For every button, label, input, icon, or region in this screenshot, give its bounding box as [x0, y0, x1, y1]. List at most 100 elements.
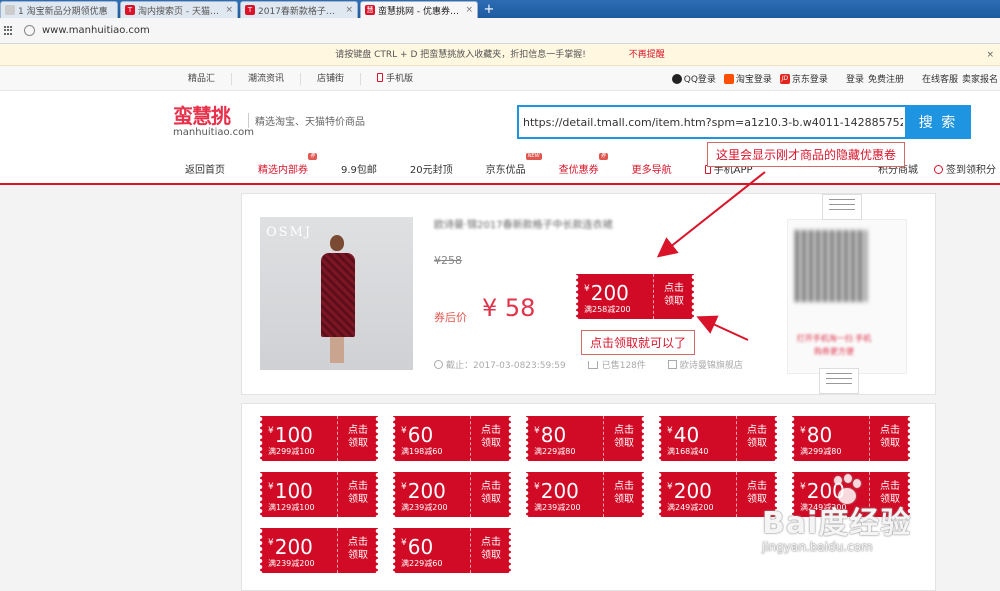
nav-label: 精选内部券: [258, 165, 308, 176]
shop-name[interactable]: 欧诗曼锦旗舰店: [680, 358, 743, 371]
login-link[interactable]: 登录: [846, 72, 864, 85]
coupon-amount: 60: [407, 423, 434, 447]
tab-label: 1 淘宝新品分期领优惠: [18, 6, 108, 17]
product-meta: 截止：2017-03-0823:59:59 已售128件 欧诗曼锦旗舰店: [434, 358, 743, 371]
sold-count: 已售128件: [601, 361, 646, 371]
coupon-condition: 满229减80: [534, 447, 576, 456]
coupon-action-2: 领取: [614, 494, 634, 505]
coupon-amount: 200: [274, 535, 313, 559]
annotation-click-claim: 点击领取就可以了: [581, 330, 696, 355]
checkin-link[interactable]: 签到领积分: [934, 161, 996, 176]
close-icon[interactable]: ×: [986, 44, 994, 66]
coupon-currency: ¥: [268, 482, 274, 492]
after-coupon-label: 券后价: [434, 311, 467, 324]
register-link[interactable]: 免费注册: [868, 72, 904, 85]
nav-9-9[interactable]: 9.9包邮: [341, 161, 377, 176]
tab-close-icon[interactable]: ×: [465, 5, 473, 15]
coupon-action-2: 领取: [348, 438, 368, 449]
url-field[interactable]: www.manhuitiao.com: [42, 25, 150, 36]
qq-login-link[interactable]: QQ登录: [671, 72, 716, 85]
product-image[interactable]: OSMJ: [260, 217, 413, 370]
browser-tab-3[interactable]: T 2017春新款格子中长款连衣 ×: [240, 1, 358, 18]
logo-domain: manhuitiao.com: [173, 127, 254, 138]
coupon-card[interactable]: ¥200 满239减200 点击 领取: [393, 472, 511, 517]
coupon-amount: 200: [540, 479, 579, 503]
tab-close-icon[interactable]: ×: [225, 5, 233, 15]
nav-label: 9.9包邮: [341, 165, 377, 176]
coupon-card[interactable]: ¥60 满198减60 点击 领取: [393, 416, 511, 461]
nav-label: 返回首页: [185, 165, 225, 176]
new-badge: NEW: [525, 153, 542, 160]
coupon-currency: ¥: [401, 538, 407, 548]
nav-inner-coupons[interactable]: 精选内部券 券: [258, 153, 317, 176]
taobao-login-label: 淘宝登录: [735, 75, 772, 85]
nav-find-coupons[interactable]: 查优惠券 券: [558, 153, 608, 176]
seller-signup-link[interactable]: 卖家报名: [962, 72, 998, 85]
expiry-text: 截止：2017-03-0823:59:59: [446, 361, 566, 371]
coupon-condition: 满239减200: [401, 503, 448, 512]
coupon-badge: 券: [598, 153, 608, 160]
coupon-amount: 60: [407, 535, 434, 559]
tab-close-icon[interactable]: ×: [345, 5, 353, 15]
coupon-amount: 80: [540, 423, 567, 447]
coupon-currency: ¥: [268, 538, 274, 548]
coupon-action-1: 点击: [348, 481, 368, 492]
customer-service-link[interactable]: 在线客服: [922, 72, 958, 85]
product-coupon-button[interactable]: ¥200 满258减200 点击 领取: [576, 274, 694, 319]
site-logo[interactable]: 蛮慧挑 manhuitiao.com: [173, 105, 254, 138]
coupon-action-1: 点击: [880, 425, 900, 436]
browser-tab-2[interactable]: T 淘内搜索页 - 天猫精选优惠 ×: [120, 1, 238, 18]
coupon-card[interactable]: ¥200 满239减200 点击 领取: [260, 528, 378, 573]
coupon-amount: 200: [407, 479, 446, 503]
nav-jd[interactable]: 京东优品 NEW: [486, 153, 542, 176]
coupon-card[interactable]: ¥60 满229减60 点击 领取: [393, 528, 511, 573]
coupon-card[interactable]: ¥80 满229减80 点击 领取: [526, 416, 644, 461]
coupon-card[interactable]: ¥40 满168减40 点击 领取: [659, 416, 777, 461]
checkin-icon: [934, 165, 943, 174]
topnav-link-mobile[interactable]: 手机版: [361, 72, 429, 85]
main-nav: 返回首页 精选内部券 券 9.9包邮 20元封顶 京东优品 NEW 查优惠券 券 更多…: [185, 153, 786, 176]
coupon-action-1: 点击: [348, 537, 368, 548]
product-card: OSMJ 欧诗曼·锦2017春新款格子中长款连衣裙 ¥258 券后价 ¥ 58 …: [241, 193, 936, 395]
shop-icon: [667, 360, 677, 369]
coupon-action-2: 领取: [481, 438, 501, 449]
browser-tab-1[interactable]: 1 淘宝新品分期领优惠: [0, 1, 118, 18]
topnav-link-jinghui[interactable]: 精品汇: [172, 72, 233, 85]
jd-login-link[interactable]: JD 京东登录: [779, 72, 828, 85]
browser-tab-bar: 1 淘宝新品分期领优惠 T 淘内搜索页 - 天猫精选优惠 × T 2017春新款…: [0, 0, 1000, 18]
apps-grid-icon[interactable]: [4, 25, 14, 36]
browser-tab-active[interactable]: 慧 蛮慧挑网 - 优惠券在线查询 ×: [360, 1, 478, 18]
coupon-card[interactable]: ¥200 满239减200 点击 领取: [526, 472, 644, 517]
slogan: 精选淘宝、天猫特价商品: [248, 113, 365, 128]
coupon-action-1: 点击: [348, 425, 368, 436]
nav-label: 更多导航: [631, 165, 672, 176]
taobao-login-link[interactable]: 淘宝登录: [723, 72, 772, 85]
coupon-action-2: 领取: [614, 438, 634, 449]
coupon-card[interactable]: ¥100 满129减100 点击 领取: [260, 472, 378, 517]
nav-home[interactable]: 返回首页: [185, 161, 225, 176]
dismiss-link[interactable]: 不再提醒: [629, 50, 665, 60]
coupon-card[interactable]: ¥200 满249减200 点击 领取: [659, 472, 777, 517]
coupon-currency: ¥: [584, 284, 590, 294]
nav-20-cap[interactable]: 20元封顶: [410, 161, 453, 176]
coupon-card[interactable]: ¥80 满299减80 点击 领取: [792, 416, 910, 461]
new-tab-button[interactable]: +: [480, 1, 498, 18]
search-button[interactable]: 搜 索: [905, 105, 971, 139]
site-top-nav: 精品汇 潮流资讯 店铺街 手机版 QQ登录 淘宝登录 JD 京东登录 登录 免费注…: [0, 66, 1000, 91]
coupon-currency: ¥: [800, 426, 806, 436]
coupon-amount: 40: [673, 423, 700, 447]
nav-label: 查优惠券: [558, 165, 599, 176]
search-input[interactable]: [517, 105, 907, 139]
topnav-link-news[interactable]: 潮流资讯: [232, 72, 302, 85]
coupon-card[interactable]: ¥100 满299减100 点击 领取: [260, 416, 378, 461]
globe-icon: [24, 25, 35, 36]
coupon-currency: ¥: [268, 426, 274, 436]
qr-caption: 打开手机淘一扫 手机购券更方便: [796, 334, 872, 356]
cart-icon: [587, 360, 598, 369]
product-title[interactable]: 欧诗曼·锦2017春新款格子中长款连衣裙: [434, 216, 613, 231]
nav-more[interactable]: 更多导航: [632, 161, 672, 176]
topnav-link-shops[interactable]: 店铺街: [301, 72, 362, 85]
tab-favicon-icon: [5, 5, 15, 15]
coupon-action-2: 领取: [481, 550, 501, 561]
tmall-favicon-icon: T: [245, 5, 255, 15]
